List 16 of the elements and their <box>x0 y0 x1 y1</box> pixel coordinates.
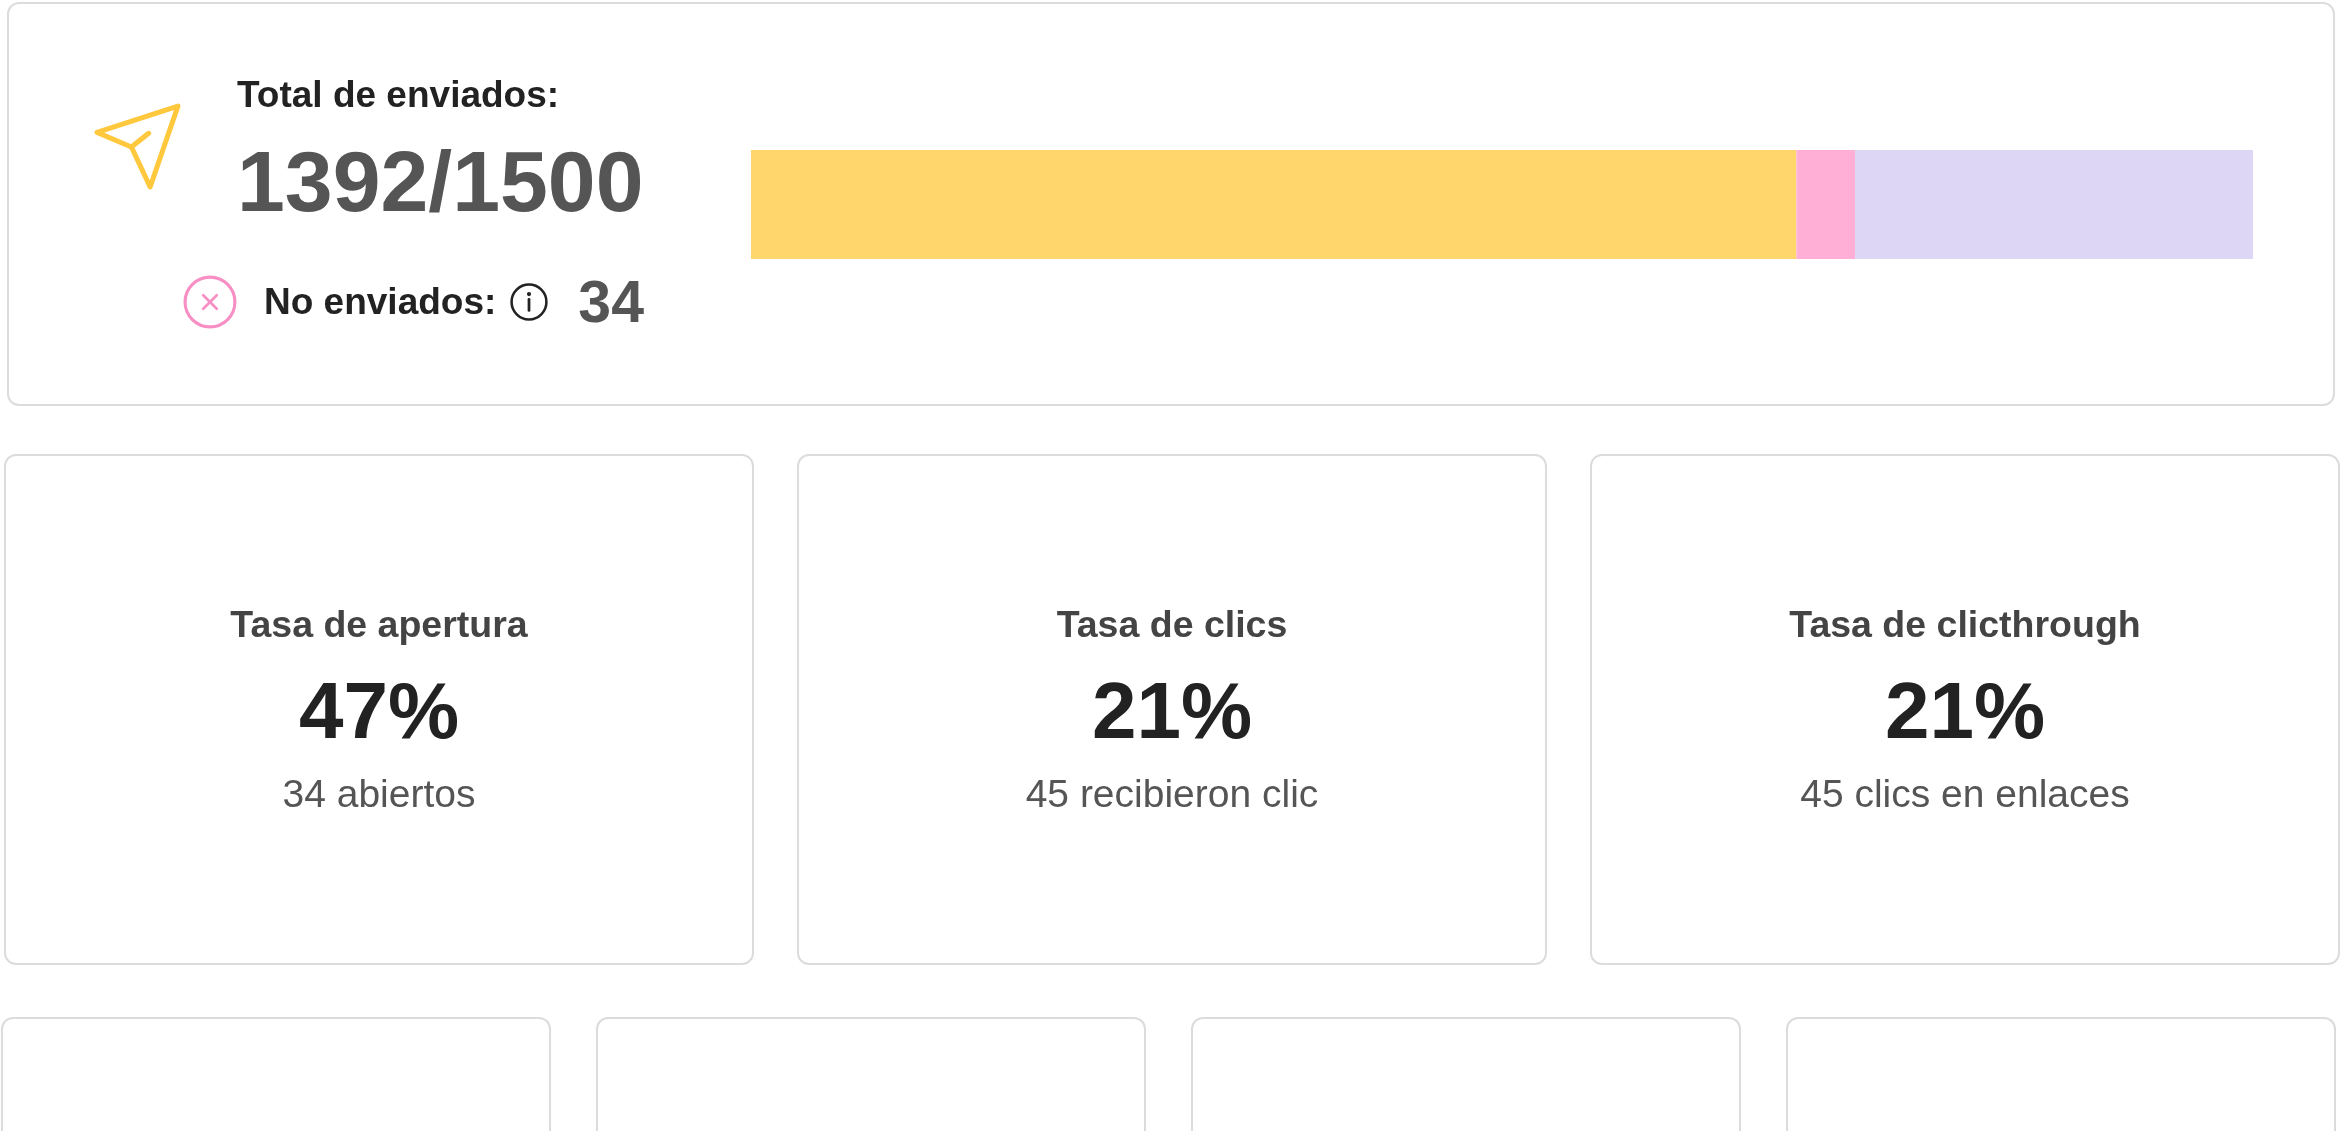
metric-detail: 34 abiertos <box>282 770 476 817</box>
summary-title: Total de enviados: <box>237 73 561 118</box>
metric-value: 47% <box>298 666 460 755</box>
info-icon[interactable] <box>510 283 549 322</box>
metric-value: 21% <box>1091 666 1253 755</box>
metric-detail: 45 clics en enlaces <box>1800 770 2130 817</box>
metric-title: Tasa de clics <box>1056 601 1288 647</box>
metric-title: Tasa de clicthrough <box>1789 601 2141 647</box>
not-sent-label: No enviados: <box>264 280 497 324</box>
sent-count: 1392/1500 <box>237 137 644 224</box>
metric-title: Tasa de apertura <box>230 601 528 647</box>
metric-value: 21% <box>1884 666 2046 755</box>
paper-plane-icon <box>94 103 181 191</box>
x-circle-icon <box>183 275 237 330</box>
metric-detail: 45 recibieron clic <box>1025 770 1319 817</box>
not-sent-count: 34 <box>578 269 644 335</box>
